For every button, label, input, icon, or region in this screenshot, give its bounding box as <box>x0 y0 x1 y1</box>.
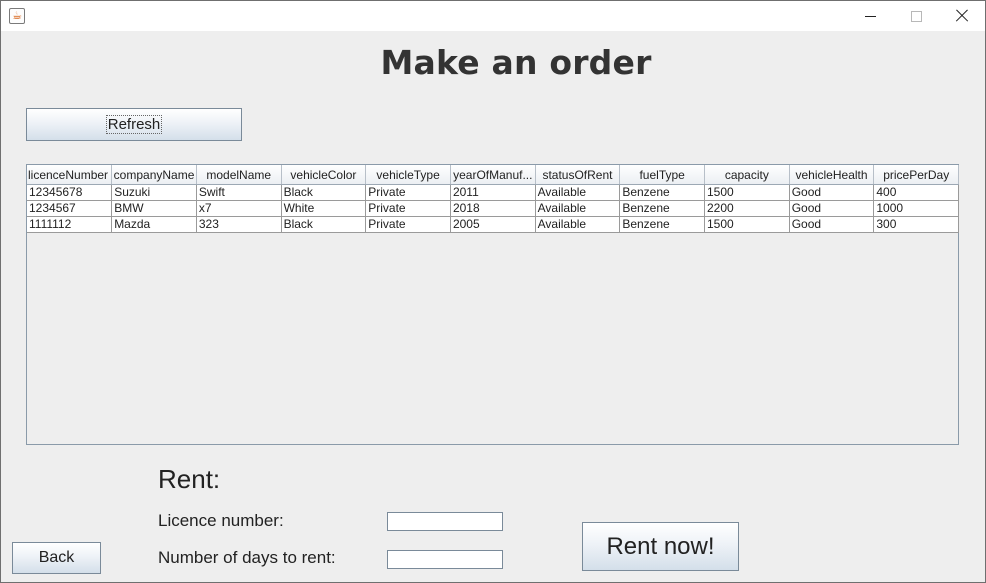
table-cell[interactable]: Available <box>535 184 621 201</box>
table-cell[interactable]: 400 <box>873 184 960 201</box>
table-cell[interactable]: Private <box>365 200 451 217</box>
column-header-price-per-day[interactable]: pricePerDay <box>873 165 960 185</box>
table-cell[interactable]: 300 <box>873 216 960 233</box>
table-cell[interactable]: Available <box>535 200 621 217</box>
rent-section-title: Rent: <box>158 464 221 494</box>
table-cell[interactable]: 1500 <box>704 216 790 233</box>
table-cell[interactable]: 2018 <box>450 200 536 217</box>
table-cell[interactable]: 1500 <box>704 184 790 201</box>
table-cell[interactable]: 1000 <box>873 200 960 217</box>
days-to-rent-input[interactable] <box>387 550 503 569</box>
table-cell[interactable]: Suzuki <box>111 184 197 201</box>
table-cell[interactable]: Benzene <box>619 200 705 217</box>
table-cell[interactable]: 2005 <box>450 216 536 233</box>
java-cup-icon: ☕ <box>9 8 25 24</box>
table-header-row: licenceNumber companyName modelName vehi… <box>27 165 960 185</box>
column-header-year-of-manufacture[interactable]: yearOfManuf... <box>450 165 536 185</box>
column-header-status-of-rent[interactable]: statusOfRent <box>535 165 621 185</box>
title-bar: ☕ <box>1 1 985 31</box>
column-header-licence-number[interactable]: licenceNumber <box>27 165 113 185</box>
table-cell[interactable]: Good <box>789 216 875 233</box>
table-cell[interactable]: BMW <box>111 200 197 217</box>
back-button[interactable]: Back <box>12 542 101 574</box>
rent-now-button[interactable]: Rent now! <box>582 522 739 571</box>
table-cell[interactable]: 1111112 <box>27 216 113 233</box>
column-header-company-name[interactable]: companyName <box>111 165 197 185</box>
refresh-button[interactable]: Refresh <box>26 108 242 141</box>
column-header-vehicle-type[interactable]: vehicleType <box>365 165 451 185</box>
table-cell[interactable]: White <box>281 200 367 217</box>
table-cell[interactable]: Available <box>535 216 621 233</box>
licence-number-label: Licence number: <box>158 511 284 530</box>
column-header-fuel-type[interactable]: fuelType <box>619 165 705 185</box>
table-cell[interactable]: Black <box>281 216 367 233</box>
table-row[interactable]: 1111112 Mazda 323 Black Private 2005 Ava… <box>27 216 960 233</box>
minimize-icon <box>864 15 876 17</box>
column-header-vehicle-health[interactable]: vehicleHealth <box>789 165 875 185</box>
table-cell[interactable]: Benzene <box>619 216 705 233</box>
column-header-model-name[interactable]: modelName <box>196 165 282 185</box>
table-cell[interactable]: Mazda <box>111 216 197 233</box>
page-title: Make an order <box>380 43 652 82</box>
column-header-capacity[interactable]: capacity <box>704 165 790 185</box>
table-cell[interactable]: Benzene <box>619 184 705 201</box>
table-cell[interactable]: Swift <box>196 184 282 201</box>
table-cell[interactable]: 2011 <box>450 184 536 201</box>
table-cell[interactable]: Black <box>281 184 367 201</box>
table-cell[interactable]: x7 <box>196 200 282 217</box>
table-cell[interactable]: Good <box>789 184 875 201</box>
licence-number-input[interactable] <box>387 512 503 531</box>
minimize-button[interactable] <box>847 1 893 31</box>
maximize-icon <box>910 10 922 22</box>
table-cell[interactable]: Private <box>365 184 451 201</box>
column-header-vehicle-color[interactable]: vehicleColor <box>281 165 367 185</box>
app-window: ☕ Make an order Refresh licenceNumber co… <box>0 0 986 583</box>
refresh-button-label: Refresh <box>105 115 163 134</box>
close-button[interactable] <box>939 1 985 31</box>
table-row[interactable]: 1234567 BMW x7 White Private 2018 Availa… <box>27 200 960 217</box>
maximize-button[interactable] <box>893 1 939 31</box>
table-row[interactable]: 12345678 Suzuki Swift Black Private 2011… <box>27 184 960 201</box>
table-cell[interactable]: 12345678 <box>27 184 113 201</box>
table-cell[interactable]: Good <box>789 200 875 217</box>
table-cell[interactable]: 323 <box>196 216 282 233</box>
table-cell[interactable]: Private <box>365 216 451 233</box>
table-cell[interactable]: 2200 <box>704 200 790 217</box>
vehicles-table[interactable]: licenceNumber companyName modelName vehi… <box>26 164 960 445</box>
close-icon <box>955 9 969 23</box>
days-to-rent-label: Number of days to rent: <box>158 548 336 567</box>
table-cell[interactable]: 1234567 <box>27 200 113 217</box>
